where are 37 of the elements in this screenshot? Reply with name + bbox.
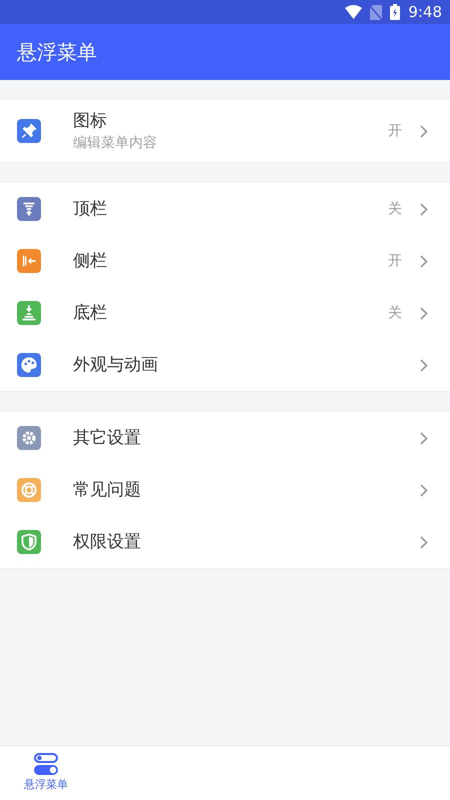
item-value: 关 [388,200,402,218]
item-title: 图标 [73,110,108,133]
chevron-icon [420,202,428,216]
toggle-icon [34,752,58,775]
item-title: 侧栏 [73,250,108,273]
no-sim-icon [370,4,382,20]
settings-item[interactable]: 侧栏 开 [0,235,450,287]
nav-tab[interactable]: 悬浮菜单 [0,746,92,800]
chevron-icon [420,306,428,320]
chevron-icon [420,358,428,372]
chevron-icon [420,254,428,268]
nav-label: 悬浮菜单 [24,776,68,793]
wifi-icon [345,5,362,19]
settings-item[interactable]: 顶栏 关 [0,183,450,235]
settings-item[interactable]: 底栏 关 [0,287,450,339]
item-value: 开 [388,252,402,270]
battery-icon [390,4,400,20]
app-title: 悬浮菜单 [17,39,97,66]
item-title: 底栏 [73,302,108,325]
settings-item[interactable]: 权限设置 [0,516,450,568]
item-subtitle: 编辑菜单内容 [73,134,158,153]
chevron-icon [420,124,428,138]
item-title: 权限设置 [73,531,142,554]
settings-item[interactable]: 其它设置 [0,412,450,464]
settings-item[interactable]: 常见问题 [0,464,450,516]
item-value: 关 [388,304,402,322]
status-time: 9:48 [408,2,442,23]
item-title: 其它设置 [73,427,142,450]
settings-item[interactable]: 图标 编辑菜单内容 开 [0,100,450,162]
item-title: 常见问题 [73,479,142,502]
chevron-icon [420,484,428,496]
item-title: 外观与动画 [73,354,159,377]
chevron-icon [420,536,428,548]
item-value: 开 [388,122,402,140]
settings-item[interactable]: 外观与动画 [0,339,450,391]
item-title: 顶栏 [73,198,108,221]
chevron-icon [420,432,428,444]
